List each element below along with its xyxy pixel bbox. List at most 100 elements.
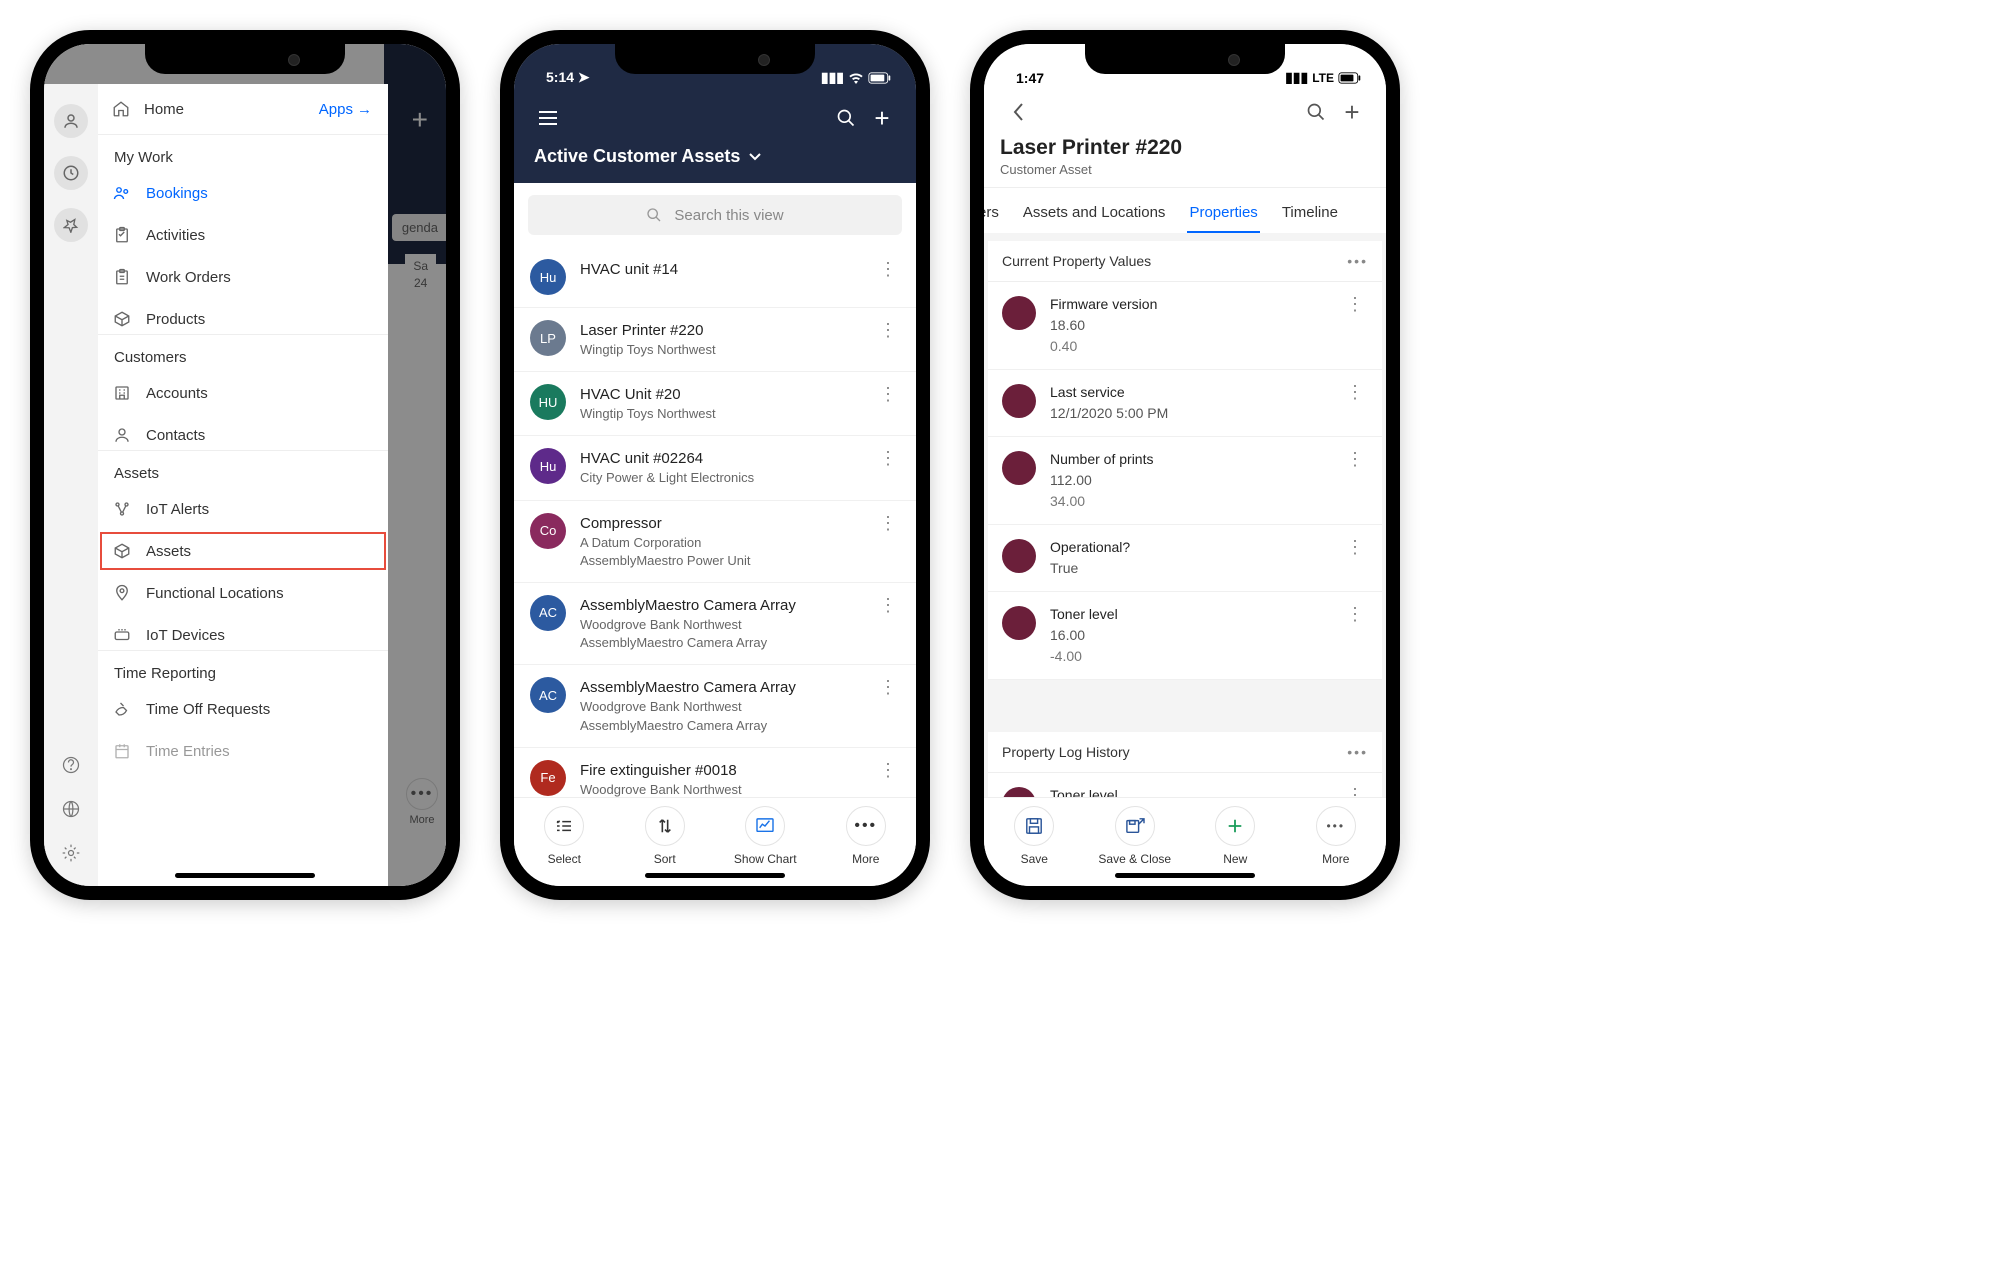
list-item[interactable]: LP Laser Printer #220 Wingtip Toys North… xyxy=(514,308,916,372)
property-dot-icon xyxy=(1002,296,1036,330)
home-indicator[interactable] xyxy=(1115,873,1255,878)
search-icon[interactable] xyxy=(828,100,864,136)
section-menu-icon[interactable]: ••• xyxy=(1347,253,1368,269)
profile-icon[interactable] xyxy=(54,104,88,138)
section-current-properties: Current Property Values ••• xyxy=(988,241,1382,282)
nav-home-label: Home xyxy=(144,101,319,118)
add-icon[interactable]: + xyxy=(1334,94,1370,130)
nav-section-customers: Customers xyxy=(98,335,388,372)
more-icon: ••• xyxy=(846,806,886,846)
add-icon[interactable]: + xyxy=(864,100,900,136)
nav-item-bookings[interactable]: Bookings xyxy=(98,172,388,214)
show-chart-button[interactable]: Show Chart xyxy=(715,806,816,866)
home-indicator[interactable] xyxy=(175,873,315,878)
row-menu-icon[interactable]: ⋮ xyxy=(875,760,900,781)
search-icon[interactable] xyxy=(1298,94,1334,130)
nav-home-row[interactable]: Home Apps → xyxy=(98,84,388,135)
row-menu-icon[interactable]: ⋮ xyxy=(1342,785,1368,797)
nav-item-functional-locations[interactable]: Functional Locations xyxy=(98,572,388,614)
new-button[interactable]: New xyxy=(1185,806,1286,866)
nav-item-contacts[interactable]: Contacts xyxy=(98,414,388,451)
hamburger-icon[interactable] xyxy=(530,100,566,136)
list-item[interactable]: Hu HVAC unit #14 ⋮ xyxy=(514,247,916,308)
pin-icon[interactable] xyxy=(54,208,88,242)
nav-item-products[interactable]: Products xyxy=(98,298,388,335)
nav-item-time-off-requests[interactable]: Time Off Requests xyxy=(98,688,388,730)
list-item[interactable]: Hu HVAC unit #02264 City Power & Light E… xyxy=(514,436,916,500)
row-menu-icon[interactable]: ⋮ xyxy=(1342,604,1368,625)
phone-asset-detail: 1:47 ▮▮▮ LTE + Laser Printer #220 Custom… xyxy=(970,30,1400,900)
row-menu-icon[interactable]: ⋮ xyxy=(1342,382,1368,403)
person-icon xyxy=(112,426,132,444)
nav-item-assets[interactable]: Assets xyxy=(98,530,388,572)
nav-item-iot-devices[interactable]: IoT Devices xyxy=(98,614,388,651)
more-button[interactable]: ••• More xyxy=(1286,806,1387,866)
nav-item-accounts[interactable]: Accounts xyxy=(98,372,388,414)
list-item[interactable]: AC AssemblyMaestro Camera Array Woodgrov… xyxy=(514,583,916,665)
list-item[interactable]: Fe Fire extinguisher #0018 Woodgrove Ban… xyxy=(514,748,916,797)
settings-icon[interactable] xyxy=(60,842,82,864)
chevron-down-icon xyxy=(748,152,762,162)
nav-item-time-entries[interactable]: Time Entries xyxy=(98,730,388,772)
row-menu-icon[interactable]: ⋮ xyxy=(875,320,900,341)
avatar: Hu xyxy=(530,448,566,484)
row-menu-icon[interactable]: ⋮ xyxy=(875,595,900,616)
help-icon[interactable] xyxy=(60,754,82,776)
section-menu-icon[interactable]: ••• xyxy=(1347,744,1368,760)
recent-icon[interactable] xyxy=(54,156,88,190)
apps-link[interactable]: Apps → xyxy=(319,101,372,118)
home-icon xyxy=(112,100,130,118)
device-notch xyxy=(145,44,345,74)
list-item[interactable]: AC AssemblyMaestro Camera Array Woodgrov… xyxy=(514,665,916,747)
property-row[interactable]: Firmware version 18.60 0.40 ⋮ xyxy=(988,282,1382,370)
more-button[interactable]: ••• More xyxy=(816,806,917,866)
view-title[interactable]: Active Customer Assets xyxy=(530,140,900,183)
tab-assets-locations[interactable]: Assets and Locations xyxy=(1021,198,1168,233)
row-menu-icon[interactable]: ⋮ xyxy=(875,448,900,469)
globe-icon[interactable] xyxy=(60,798,82,820)
row-menu-icon[interactable]: ⋮ xyxy=(1342,449,1368,470)
property-row[interactable]: Last service 12/1/2020 5:00 PM ⋮ xyxy=(988,370,1382,437)
avatar: AC xyxy=(530,595,566,631)
tab-partial-left[interactable]: ers xyxy=(984,198,1001,233)
property-dot-icon xyxy=(1002,787,1036,797)
tab-properties[interactable]: Properties xyxy=(1187,198,1259,233)
property-row[interactable]: Number of prints 112.00 34.00 ⋮ xyxy=(988,437,1382,525)
row-menu-icon[interactable]: ⋮ xyxy=(875,384,900,405)
icon-rail xyxy=(44,84,98,886)
people-icon xyxy=(112,184,132,202)
signal-icon: ▮▮▮ xyxy=(1285,69,1308,86)
device-notch xyxy=(1085,44,1285,74)
list-item[interactable]: HU HVAC Unit #20 Wingtip Toys Northwest … xyxy=(514,372,916,436)
tab-timeline[interactable]: Timeline xyxy=(1280,198,1340,233)
select-button[interactable]: Select xyxy=(514,806,615,866)
property-dot-icon xyxy=(1002,539,1036,573)
property-row[interactable]: Toner level 16.00 -4.00 ⋮ xyxy=(988,773,1382,797)
row-menu-icon[interactable]: ⋮ xyxy=(875,259,900,280)
sort-icon xyxy=(645,806,685,846)
search-input[interactable]: Search this view xyxy=(528,195,902,235)
nav-item-activities[interactable]: Activities xyxy=(98,214,388,256)
list-item[interactable]: Co Compressor A Datum Corporation Assemb… xyxy=(514,501,916,583)
detail-body[interactable]: Current Property Values ••• Firmware ver… xyxy=(984,233,1386,797)
tab-bar[interactable]: ers Assets and Locations Properties Time… xyxy=(984,188,1386,233)
detail-header: + Laser Printer #220 Customer Asset xyxy=(984,88,1386,188)
nav-item-work-orders[interactable]: Work Orders xyxy=(98,256,388,298)
home-indicator[interactable] xyxy=(645,873,785,878)
property-row[interactable]: Toner level 16.00 -4.00 ⋮ xyxy=(988,592,1382,680)
property-row[interactable]: Operational? True ⋮ xyxy=(988,525,1382,592)
row-menu-icon[interactable]: ⋮ xyxy=(1342,294,1368,315)
device-icon xyxy=(112,626,132,644)
battery-icon xyxy=(868,72,892,84)
sort-button[interactable]: Sort xyxy=(615,806,716,866)
row-menu-icon[interactable]: ⋮ xyxy=(875,513,900,534)
row-menu-icon[interactable]: ⋮ xyxy=(1342,537,1368,558)
asset-list[interactable]: Hu HVAC unit #14 ⋮ LP Laser Printer #220… xyxy=(514,247,916,797)
row-menu-icon[interactable]: ⋮ xyxy=(875,677,900,698)
nav-item-iot-alerts[interactable]: IoT Alerts xyxy=(98,488,388,530)
property-dot-icon xyxy=(1002,606,1036,640)
list-header: + Active Customer Assets xyxy=(514,88,916,183)
back-icon[interactable] xyxy=(1000,94,1036,130)
save-close-button[interactable]: Save & Close xyxy=(1085,806,1186,866)
save-button[interactable]: Save xyxy=(984,806,1085,866)
